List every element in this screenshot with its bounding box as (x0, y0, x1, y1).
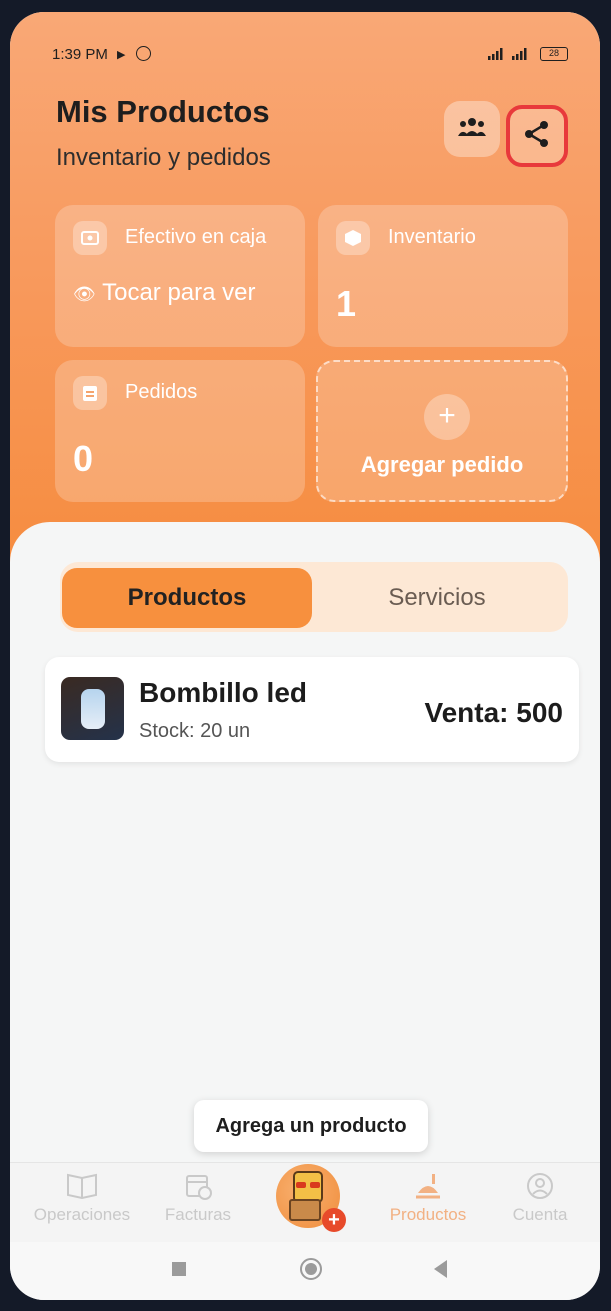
nav-cuenta-label: Cuenta (512, 1205, 568, 1224)
page-title: Mis Productos (56, 94, 270, 129)
app-screen: 1:39 PM ▶ 28 Mis Productos Inventario y … (10, 12, 600, 1300)
cash-reveal-hint[interactable]: 👁︎ Tocar para ver (73, 279, 256, 307)
header-area: 1:39 PM ▶ 28 Mis Productos Inventario y … (10, 12, 600, 572)
type-tabs: Productos Servicios (60, 562, 568, 632)
tab-servicios[interactable]: Servicios (312, 568, 562, 628)
content-area: Productos Servicios Bombillo led Stock: … (10, 522, 600, 1162)
status-time: 1:39 PM (52, 46, 108, 63)
orders-card[interactable]: Pedidos 0 (55, 360, 305, 502)
product-image (61, 677, 124, 740)
eye-icon: 👁︎ (73, 284, 96, 304)
recording-icon (136, 46, 151, 61)
tab-productos[interactable]: Productos (62, 568, 312, 628)
add-order-label: Agregar pedido (360, 452, 524, 477)
share-button[interactable] (506, 105, 568, 167)
nav-facturas[interactable]: Facturas (138, 1171, 258, 1225)
product-row[interactable]: Bombillo led Stock: 20 un Venta: 500 (45, 657, 579, 762)
clipboard-icon (73, 376, 107, 410)
orders-count: 0 (73, 438, 94, 479)
product-price: Venta: 500 (424, 697, 563, 728)
battery-icon: 28 (540, 47, 568, 61)
inventory-label: Inventario (388, 226, 476, 248)
plus-badge-icon: + (322, 1208, 346, 1232)
cash-card[interactable]: Efectivo en caja 👁︎ Tocar para ver (55, 205, 305, 347)
cash-icon (73, 221, 107, 255)
share-icon (524, 120, 550, 153)
nav-cuenta[interactable]: Cuenta (480, 1171, 600, 1225)
nav-productos-label: Productos (389, 1205, 467, 1224)
recents-button[interactable] (172, 1262, 186, 1276)
inventory-count: 1 (336, 283, 357, 324)
box-icon (336, 221, 370, 255)
cash-hint-text: Tocar para ver (102, 279, 256, 306)
team-button[interactable] (444, 101, 500, 157)
book-icon (22, 1171, 142, 1205)
inventory-card[interactable]: Inventario 1 (318, 205, 568, 347)
account-icon (480, 1171, 600, 1205)
plus-icon: + (424, 394, 470, 440)
status-bar: 1:39 PM ▶ 28 (10, 12, 600, 63)
play-icon: ▶ (117, 49, 126, 61)
product-stock: Stock: 20 un (139, 720, 251, 742)
add-order-button[interactable]: + Agregar pedido (316, 360, 568, 502)
bulb-package-image (81, 689, 105, 729)
system-nav-bar (10, 1242, 600, 1300)
page-subtitle: Inventario y pedidos (56, 144, 271, 171)
nav-productos[interactable]: Productos (368, 1171, 488, 1225)
cash-label: Efectivo en caja (125, 226, 267, 248)
nav-operaciones[interactable]: Operaciones (22, 1171, 142, 1225)
signal-icon (488, 47, 534, 66)
calendar-clock-icon (138, 1171, 258, 1205)
add-product-fab[interactable]: + (276, 1150, 346, 1235)
home-button[interactable] (300, 1258, 322, 1280)
food-tray-icon (368, 1171, 488, 1205)
product-name: Bombillo led (139, 677, 307, 708)
people-icon (457, 116, 487, 143)
orders-label: Pedidos (125, 381, 198, 403)
nav-facturas-label: Facturas (164, 1205, 232, 1224)
nav-operaciones-label: Operaciones (33, 1205, 131, 1224)
device-frame: 1:39 PM ▶ 28 Mis Productos Inventario y … (0, 0, 611, 1311)
back-button[interactable] (434, 1260, 447, 1278)
add-product-tooltip: Agrega un producto (194, 1100, 428, 1152)
